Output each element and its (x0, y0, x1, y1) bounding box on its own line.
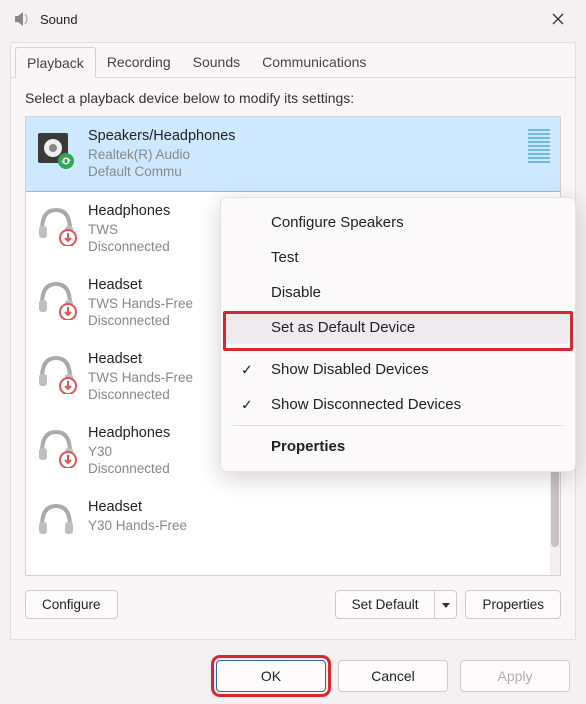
ok-button[interactable]: OK (216, 660, 326, 692)
configure-button[interactable]: Configure (25, 590, 118, 619)
device-row-headset-y30-hf[interactable]: Headset Y30 Hands-Free (26, 488, 560, 552)
headphone-icon (34, 202, 78, 246)
check-icon: ✓ (241, 396, 253, 413)
device-status: Default Commu (88, 163, 518, 181)
device-row-speakers[interactable]: Speakers/Headphones Realtek(R) Audio Def… (26, 116, 560, 192)
headphone-icon (34, 498, 78, 542)
device-driver: Realtek(R) Audio (88, 146, 518, 164)
panel-button-row: Configure Set Default Properties (25, 590, 561, 619)
cm-configure-speakers[interactable]: Configure Speakers (227, 206, 569, 239)
close-button[interactable] (542, 9, 574, 29)
properties-button[interactable]: Properties (465, 590, 561, 619)
headphone-icon (34, 424, 78, 468)
headphone-icon (34, 276, 78, 320)
cm-separator (233, 348, 563, 349)
cm-separator (233, 425, 563, 426)
cm-label: Show Disabled Devices (271, 361, 429, 378)
level-meter (528, 127, 550, 165)
device-labels: Speakers/Headphones Realtek(R) Audio Def… (88, 127, 518, 181)
window-title: Sound (40, 12, 542, 27)
dialog-button-row: OK Cancel Apply (0, 650, 586, 704)
context-menu: Configure Speakers Test Disable Set as D… (220, 197, 576, 472)
set-default-split-button[interactable]: Set Default (335, 590, 458, 619)
tab-strip: Playback Recording Sounds Communications (11, 43, 575, 77)
apply-button[interactable]: Apply (460, 660, 570, 692)
set-default-dropdown[interactable] (435, 590, 457, 619)
device-driver: Y30 Hands-Free (88, 517, 550, 535)
tab-sounds[interactable]: Sounds (182, 47, 251, 77)
cm-show-disconnected[interactable]: ✓ Show Disconnected Devices (227, 388, 569, 421)
device-name: Headset (88, 498, 550, 517)
device-labels: Headset Y30 Hands-Free (88, 498, 550, 542)
check-icon: ✓ (241, 361, 253, 378)
headphone-icon (34, 350, 78, 394)
cm-test[interactable]: Test (227, 241, 569, 274)
cm-show-disabled[interactable]: ✓ Show Disabled Devices (227, 353, 569, 386)
tab-playback[interactable]: Playback (15, 47, 96, 78)
tab-recording[interactable]: Recording (96, 47, 182, 77)
cm-label: Show Disconnected Devices (271, 396, 461, 413)
titlebar: Sound (0, 0, 586, 36)
set-default-button[interactable]: Set Default (335, 590, 436, 619)
cm-disable[interactable]: Disable (227, 276, 569, 309)
speaker-icon (34, 127, 78, 171)
tab-communications[interactable]: Communications (251, 47, 377, 77)
instruction-label: Select a playback device below to modify… (25, 90, 561, 106)
cancel-button[interactable]: Cancel (338, 660, 448, 692)
sound-icon (12, 9, 32, 29)
cm-properties[interactable]: Properties (227, 430, 569, 463)
cm-set-default-device[interactable]: Set as Default Device (227, 311, 569, 344)
device-name: Speakers/Headphones (88, 127, 518, 146)
